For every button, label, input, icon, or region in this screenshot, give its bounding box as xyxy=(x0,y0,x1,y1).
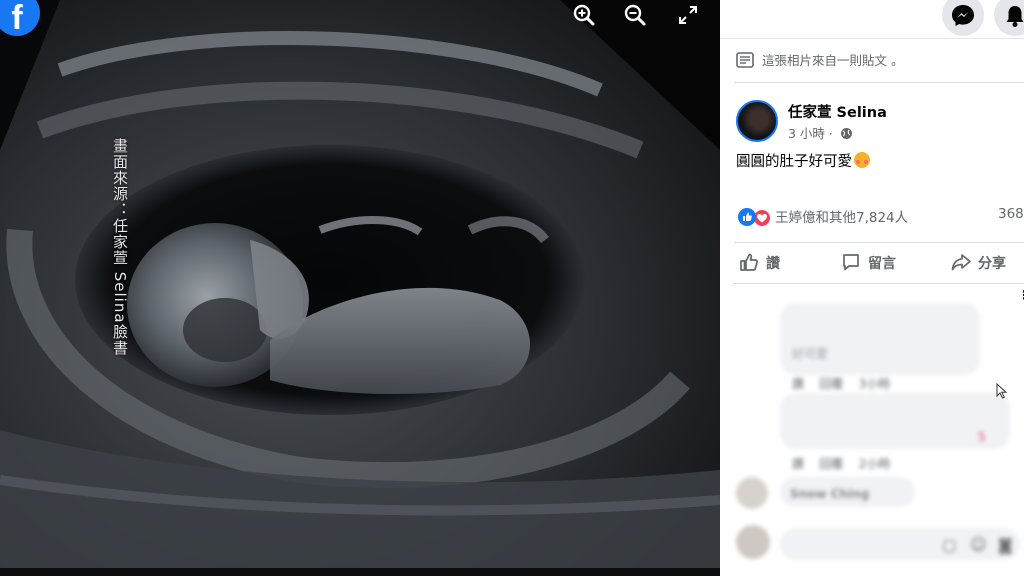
share-label: 分享 xyxy=(978,256,1006,272)
comment-time: 3小時 xyxy=(858,377,891,391)
comment-label: 留言 xyxy=(868,256,896,272)
commenter-name[interactable]: Snow Ching xyxy=(790,487,869,501)
image-credit: 畫面來源：任家萱 Selina臉書 xyxy=(111,138,129,356)
top-bar xyxy=(720,0,1024,39)
divider xyxy=(734,82,1024,83)
messenger-icon xyxy=(952,5,974,26)
comment-snippet: 好可愛 xyxy=(792,347,829,361)
post-time[interactable]: 3 小時 · xyxy=(788,123,853,142)
comment-like[interactable]: 讚 xyxy=(792,457,804,471)
mouse-cursor-icon xyxy=(996,383,1008,399)
caption-text: 圓圓的肚子好可愛 xyxy=(736,154,852,170)
comment-reply[interactable]: 回覆 xyxy=(819,377,843,391)
comments-section: 好可愛 讚 回覆 3小時 5 讚 回覆 2小時 Snow Ching ▢ ☺ ◙ xyxy=(720,285,1024,576)
comment-meta: 讚 回覆 2小時 xyxy=(792,455,890,472)
post-caption: 圓圓的肚子好可愛 xyxy=(736,150,870,171)
photo-viewer: f 畫面來源：任家萱 Selina臉書 xyxy=(0,0,720,576)
reaction-summary[interactable]: 王婷億和其他7,824人 xyxy=(738,206,908,227)
like-button[interactable]: 讚 xyxy=(738,251,780,273)
comment-button[interactable]: 留言 xyxy=(840,251,896,273)
ultrasound-image xyxy=(0,0,720,576)
comment-reply[interactable]: 回覆 xyxy=(819,457,843,471)
gif-icon[interactable]: ▢ xyxy=(942,536,956,554)
notifications-icon xyxy=(1006,6,1024,27)
thumbs-up-icon xyxy=(740,253,758,271)
comment-like[interactable]: 讚 xyxy=(792,377,804,391)
camera-icon[interactable]: ◙ xyxy=(998,536,1013,554)
author-name[interactable]: 任家萱 Selina xyxy=(788,101,887,122)
post-note-text: 這張相片來自一則貼文 。 xyxy=(762,53,904,68)
smiling-face-with-hearts-icon xyxy=(854,152,870,168)
comment-bubble xyxy=(780,303,980,375)
author-avatar[interactable] xyxy=(736,100,778,142)
comment-icon xyxy=(843,254,859,271)
comment-reaction-count: 5 xyxy=(978,430,986,444)
comment-count[interactable]: 368 xyxy=(998,206,1024,222)
avatar xyxy=(736,525,770,559)
comment-bubble xyxy=(780,393,1010,449)
messenger-button[interactable] xyxy=(942,0,984,36)
avatar[interactable] xyxy=(736,477,768,509)
post-icon xyxy=(736,52,754,71)
like-label: 讚 xyxy=(766,256,780,272)
zoom-in-icon[interactable] xyxy=(571,2,597,28)
comment-time: 2小時 xyxy=(858,457,891,471)
notifications-button[interactable] xyxy=(994,0,1024,36)
share-button[interactable]: 分享 xyxy=(950,251,1006,273)
reaction-names: 王婷億和其他7,824人 xyxy=(775,210,909,226)
post-time-text: 3 小時 · xyxy=(788,126,833,141)
like-reaction-icon xyxy=(738,208,756,226)
zoom-out-icon[interactable] xyxy=(622,2,648,28)
comment-meta: 讚 回覆 3小時 xyxy=(792,375,890,392)
post-actions: 讚 留言 分享 xyxy=(734,242,1024,284)
fullscreen-icon[interactable] xyxy=(675,2,701,28)
post-panel: 這張相片來自一則貼文 。 任家萱 Selina 3 小時 · 圓圓的肚子好可愛 … xyxy=(720,0,1024,576)
post-source-note[interactable]: 這張相片來自一則貼文 。 xyxy=(736,50,903,71)
emoji-icon[interactable]: ☺ xyxy=(970,535,987,554)
share-icon xyxy=(951,254,971,271)
globe-icon xyxy=(840,128,852,139)
